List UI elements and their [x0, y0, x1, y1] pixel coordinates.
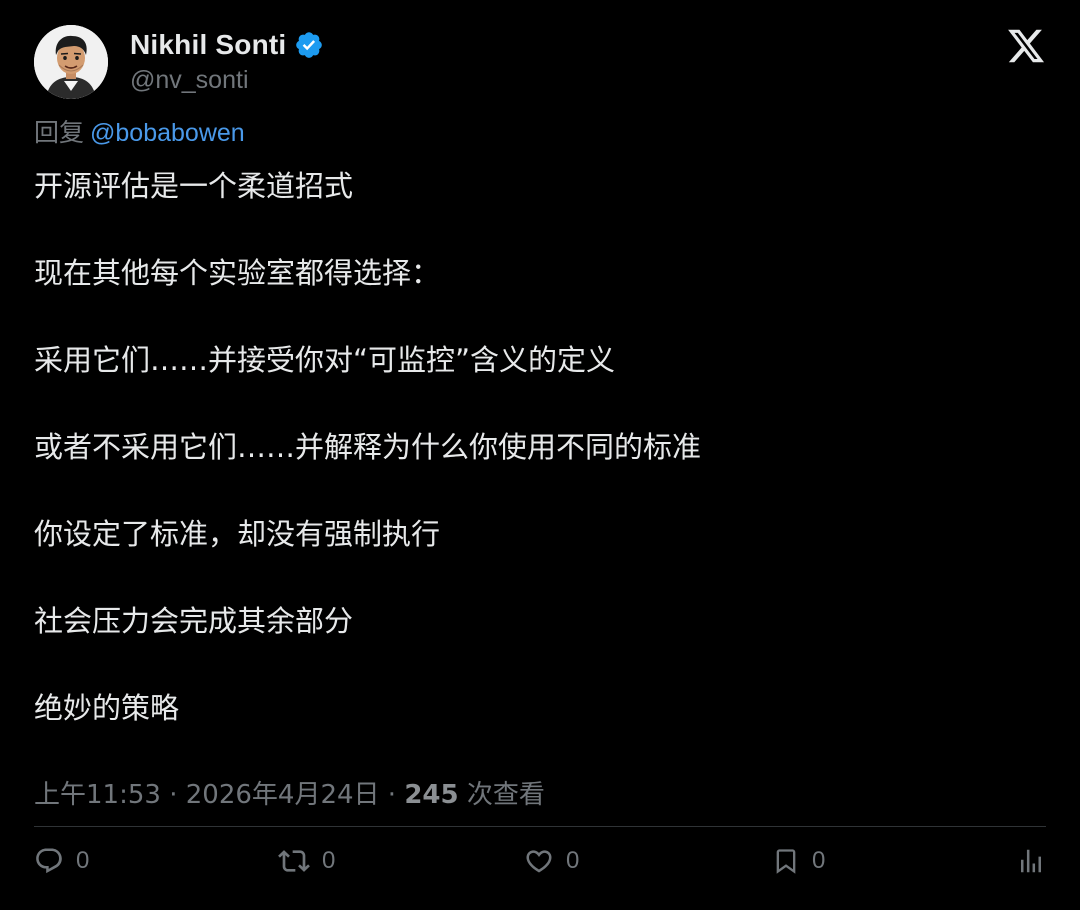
reply-context: 回复 @bobabowen: [34, 113, 245, 149]
bookmark-count: 0: [812, 847, 826, 874]
like-count: 0: [566, 847, 580, 874]
reply-count: 0: [76, 847, 90, 874]
author-display-name[interactable]: Nikhil Sonti: [130, 29, 286, 61]
reply-button[interactable]: 0: [34, 843, 89, 879]
verified-badge-icon[interactable]: [294, 30, 324, 60]
meta-separator: ·: [169, 780, 178, 810]
tweet-line: 社会压力会完成其余部分: [34, 604, 354, 638]
tweet-line: 开源评估是一个柔道招式: [34, 169, 354, 203]
tweet-text: 开源评估是一个柔道招式 现在其他每个实验室都得选择： 采用它们……并接受你对“可…: [34, 166, 1044, 775]
tweet-date[interactable]: 2026年4月24日: [186, 780, 380, 810]
meta-separator: ·: [387, 780, 397, 810]
stats-icon: [1021, 849, 1041, 873]
author-name-row: Nikhil Sonti: [130, 27, 324, 63]
author-handle[interactable]: @nv_sonti: [130, 66, 249, 95]
divider: [34, 826, 1046, 827]
bookmark-button[interactable]: 0: [772, 843, 825, 879]
tweet-line: 你设定了标准，却没有强制执行: [34, 517, 441, 551]
tweet-line: 或者不采用它们……并解释为什么你使用不同的标准: [34, 430, 702, 464]
reply-prefix: 回复: [34, 118, 85, 147]
avatar-illustration: [34, 25, 108, 99]
x-logo-icon[interactable]: [1006, 26, 1046, 66]
retweet-button[interactable]: 0: [278, 843, 335, 879]
tweet-time[interactable]: 上午11:53: [34, 780, 161, 810]
tweet-card: Nikhil Sonti @nv_sonti 回复 @bobabowen 开源评估…: [0, 0, 1080, 910]
tweet-meta: 上午11:53 · 2026年4月24日 · 245 次查看: [34, 774, 545, 811]
reply-mention-link[interactable]: @bobabowen: [90, 119, 245, 147]
like-button[interactable]: 0: [524, 843, 579, 879]
reply-icon: [36, 848, 62, 874]
tweet-line: 绝妙的策略: [34, 691, 180, 725]
retweet-icon: [278, 850, 310, 872]
tweet-line: 现在其他每个实验室都得选择：: [34, 256, 441, 290]
views-count: 245: [404, 780, 459, 810]
retweet-count: 0: [322, 847, 336, 874]
tweet-line: 采用它们……并接受你对“可监控”含义的定义: [34, 343, 616, 377]
bookmark-icon: [776, 849, 796, 874]
avatar[interactable]: [34, 25, 108, 99]
stats-button[interactable]: [1016, 843, 1046, 879]
views-label: 次查看: [466, 780, 545, 810]
heart-icon: [526, 850, 552, 873]
